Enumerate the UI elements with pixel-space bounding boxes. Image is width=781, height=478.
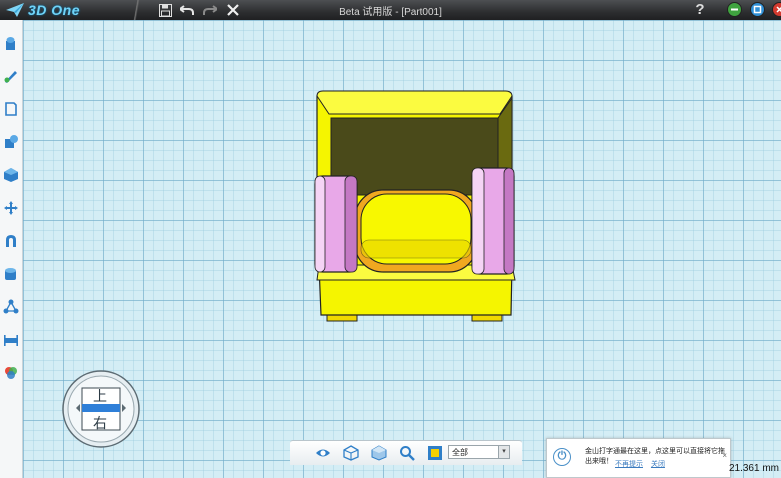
minus-icon	[731, 8, 738, 11]
distance-measure-icon[interactable]	[3, 332, 19, 348]
view-cube-front-label: 右	[93, 415, 107, 431]
close-link[interactable]: 关闭	[651, 461, 665, 468]
assembly-icon[interactable]	[3, 299, 19, 315]
shaded-cube-icon[interactable]	[371, 445, 387, 461]
bottom-toolbar: 全部 ▾	[290, 440, 522, 465]
sofa-model[interactable]	[305, 90, 530, 325]
sketch-edit-icon[interactable]	[3, 101, 19, 117]
title-bar: 3D One Beta 试用版 - [Part001] ?	[0, 0, 781, 20]
window-title: Beta 试用版 - [Part001]	[339, 7, 442, 18]
filter-icon[interactable]	[427, 445, 443, 461]
notification-close-button[interactable]: ×	[722, 451, 727, 460]
basic-solid-icon[interactable]	[3, 35, 19, 51]
display-filter-select[interactable]: 全部 ▾	[448, 445, 510, 459]
view-cube[interactable]: 上 右	[62, 370, 140, 448]
move-icon[interactable]	[3, 200, 19, 216]
restore-icon	[753, 5, 762, 14]
close-window-button[interactable]	[772, 2, 781, 17]
magnet-icon[interactable]	[3, 233, 19, 249]
wireframe-cube-icon[interactable]	[343, 445, 359, 461]
view-cube-top-label: 上	[93, 388, 107, 404]
sketch-icon[interactable]	[3, 68, 19, 84]
notification-popup: ⏻ 金山打字通最在这里，点这里可以直接将它拖出来哦！ 不再提示 关闭 ×	[546, 438, 731, 478]
special-feature-icon[interactable]	[3, 134, 19, 150]
close-x-icon	[776, 6, 781, 13]
pattern-icon[interactable]	[3, 266, 19, 282]
measurement-readout: 21.361 mm	[728, 463, 779, 474]
notification-links: 不再提示 关闭	[615, 459, 671, 469]
eye-icon[interactable]	[315, 445, 331, 461]
tool-sidebar	[0, 20, 23, 478]
help-button[interactable]: ?	[692, 0, 708, 20]
chevron-down-icon: ▾	[498, 446, 509, 458]
color-palette-icon[interactable]	[3, 365, 19, 381]
combine-icon[interactable]	[3, 167, 19, 183]
dont-remind-link[interactable]: 不再提示	[615, 461, 643, 468]
power-icon: ⏻	[553, 448, 571, 466]
restore-button[interactable]	[750, 2, 765, 17]
zoom-icon[interactable]	[399, 445, 415, 461]
display-filter-value: 全部	[452, 448, 468, 457]
minimize-button[interactable]	[727, 2, 742, 17]
